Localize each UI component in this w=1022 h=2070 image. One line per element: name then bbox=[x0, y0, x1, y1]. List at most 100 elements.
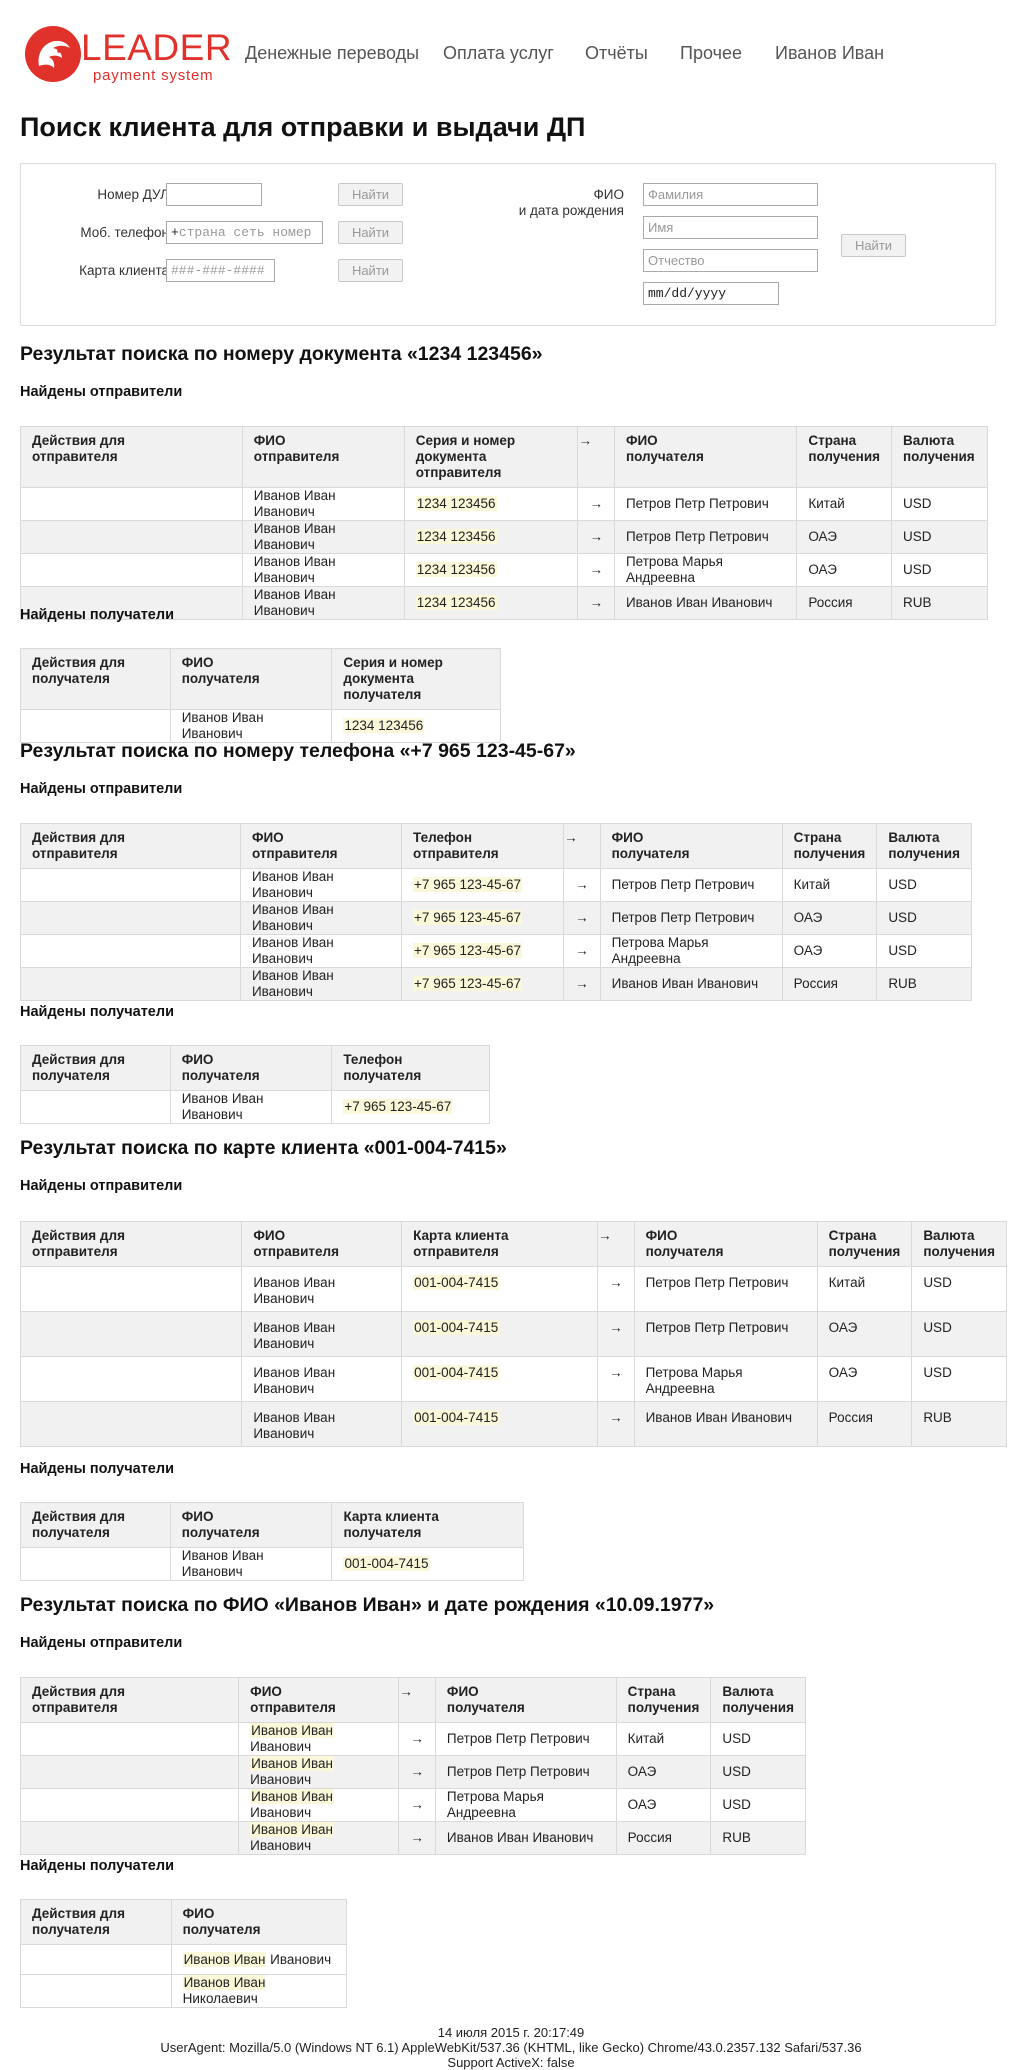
receiver-fio-cell[interactable]: Петров Петр Петрович bbox=[434, 1755, 617, 1789]
receiver-fio-cell[interactable]: Петров Петр Петрович bbox=[633, 1266, 818, 1312]
doc-number-input[interactable] bbox=[166, 183, 262, 206]
receiver-fio-cell[interactable]: Петров Петр Петрович bbox=[599, 901, 783, 935]
sender-fio-cell[interactable]: Иванов Иван Иванович bbox=[241, 586, 405, 620]
receiver-actions-cell[interactable] bbox=[20, 1944, 172, 1975]
col-receiver-fio: ФИО получателя bbox=[169, 648, 333, 710]
sender-fio-cell[interactable]: Иванов Иван Иванович bbox=[241, 1356, 403, 1402]
sender-actions-cell[interactable] bbox=[19, 1821, 240, 1855]
sender-actions-cell[interactable] bbox=[19, 1722, 240, 1756]
receiver-fio-cell[interactable]: Петрова Марья Андреевна bbox=[633, 1356, 818, 1402]
table-row[interactable]: Иванов Иван Иванович → Петрова Марья Анд… bbox=[19, 1788, 806, 1822]
sender-fio-cell[interactable]: Иванов Иван Иванович bbox=[238, 1755, 400, 1789]
sender-fio-cell[interactable]: Иванов Иван Иванович bbox=[239, 967, 403, 1001]
patronymic-input[interactable]: Отчество bbox=[643, 249, 818, 272]
sender-actions-cell[interactable] bbox=[20, 901, 241, 935]
receiver-fio-cell[interactable]: Петрова Марья Андреевна bbox=[599, 934, 783, 968]
card-input[interactable]: ###-###-#### bbox=[166, 259, 275, 282]
receiver-fio-cell[interactable]: Иванов Иван Иванович bbox=[169, 709, 333, 743]
table-row[interactable]: Иванов Иван Николаевич bbox=[20, 1974, 348, 2008]
table-row[interactable]: Иванов Иван Иванович +7 965 123-45-67 → … bbox=[20, 868, 972, 902]
sender-fio-cell[interactable]: Иванов Иван Иванович bbox=[241, 487, 405, 521]
table-row[interactable]: Иванов Иван Иванович → Петров Петр Петро… bbox=[19, 1722, 806, 1756]
table-row[interactable]: Иванов Иван Иванович → Петров Петр Петро… bbox=[19, 1755, 806, 1789]
nav-user-menu[interactable]: Иванов Иван bbox=[775, 43, 884, 64]
receiver-fio-cell[interactable]: Иванов Иван Николаевич bbox=[170, 1974, 348, 2008]
sender-fio-cell[interactable]: Иванов Иван Иванович bbox=[239, 868, 403, 902]
sender-fio-cell[interactable]: Иванов Иван Иванович bbox=[238, 1821, 400, 1855]
receiver-actions-cell[interactable] bbox=[20, 1974, 172, 2008]
receiver-fio-cell[interactable]: Иванов Иван Иванович bbox=[169, 1547, 333, 1581]
table-row[interactable]: Иванов Иван Иванович 1234 123456 bbox=[20, 709, 501, 743]
receiver-fio-cell[interactable]: Иванов Иван Иванович bbox=[434, 1821, 617, 1855]
fio-match: Иванов Иван bbox=[182, 1951, 267, 1967]
sender-fio-cell[interactable]: Иванов Иван Иванович bbox=[239, 901, 403, 935]
receiver-fio-cell[interactable]: Иванов Иван Иванович bbox=[613, 586, 798, 620]
sender-fio-cell[interactable]: Иванов Иван Иванович bbox=[241, 1401, 403, 1447]
sender-fio-cell[interactable]: Иванов Иван Иванович bbox=[238, 1788, 400, 1822]
find-by-fio-button[interactable]: Найти bbox=[841, 234, 906, 257]
sender-actions-cell[interactable] bbox=[20, 520, 243, 554]
arrow-cell: → bbox=[398, 1821, 436, 1855]
table-row[interactable]: Иванов Иван Иванович 001-004-7415 → Петро… bbox=[19, 1356, 1007, 1402]
sender-fio-cell[interactable]: Иванов Иван Иванович bbox=[241, 1266, 403, 1312]
receiver-fio-cell[interactable]: Петров Петр Петрович bbox=[633, 1311, 818, 1357]
receiver-fio-cell[interactable]: Петров Петр Петрович bbox=[613, 487, 798, 521]
receiver-actions-cell[interactable] bbox=[20, 1090, 171, 1124]
receiver-fio-cell[interactable]: Иванов Иван Иванович bbox=[169, 1090, 333, 1124]
receiver-fio-cell[interactable]: Петрова Марья Андреевна bbox=[613, 553, 798, 587]
sender-actions-cell[interactable] bbox=[20, 553, 243, 587]
sender-actions-cell[interactable] bbox=[19, 1401, 243, 1447]
sender-fio-cell[interactable]: Иванов Иван Иванович bbox=[241, 520, 405, 554]
table-row[interactable]: Иванов Иван Иванович 1234 123456 → Петро… bbox=[20, 487, 988, 521]
sender-actions-cell[interactable] bbox=[20, 868, 241, 902]
sender-actions-cell[interactable] bbox=[20, 487, 243, 521]
receiver-fio-cell[interactable]: Петров Петр Петрович bbox=[434, 1722, 617, 1756]
table-row[interactable]: Иванов Иван Иванович 001-004-7415 bbox=[20, 1547, 524, 1581]
sender-actions-cell[interactable] bbox=[19, 1755, 240, 1789]
receiver-fio-cell[interactable]: Петрова Марья Андреевна bbox=[434, 1788, 617, 1822]
find-by-phone-button[interactable]: Найти bbox=[338, 221, 403, 244]
sender-actions-cell[interactable] bbox=[20, 967, 241, 1001]
sender-actions-cell[interactable] bbox=[20, 934, 241, 968]
name-input[interactable]: Имя bbox=[643, 216, 818, 239]
table-row[interactable]: Иванов Иван Иванович +7 965 123-45-67 → … bbox=[20, 967, 972, 1001]
sender-phone-cell: +7 965 123-45-67 bbox=[401, 934, 565, 968]
table-row[interactable]: Иванов Иван Иванович +7 965 123-45-67 → … bbox=[20, 901, 972, 935]
logo[interactable]: LEADER payment system bbox=[25, 26, 232, 84]
sender-actions-cell[interactable] bbox=[19, 1266, 243, 1312]
receiver-fio-cell[interactable]: Петров Петр Петрович bbox=[613, 520, 798, 554]
table-row[interactable]: Иванов Иван Иванович 001-004-7415 → Петро… bbox=[19, 1266, 1007, 1312]
doc-senders-table: Действия для отправителя ФИО отправителя С… bbox=[20, 426, 988, 620]
receiver-fio-cell[interactable]: Петров Петр Петрович bbox=[599, 868, 783, 902]
table-row[interactable]: Иванов Иван Иванович 1234 123456 → Петро… bbox=[20, 553, 988, 587]
sender-actions-cell[interactable] bbox=[19, 1788, 240, 1822]
table-row[interactable]: Иванов Иван Иванович 001-004-7415 → Ивано… bbox=[19, 1401, 1007, 1447]
table-row[interactable]: Иванов Иван Иванович +7 965 123-45-67 → … bbox=[20, 934, 972, 968]
receiver-actions-cell[interactable] bbox=[20, 1547, 171, 1581]
receiver-actions-cell[interactable] bbox=[20, 709, 171, 743]
receiver-fio-cell[interactable]: Иванов Иван Иванович bbox=[599, 967, 783, 1001]
table-header-row: Действия для отправителя ФИО отправителя К… bbox=[19, 1221, 1007, 1267]
sender-actions-cell[interactable] bbox=[19, 1356, 243, 1402]
sender-actions-cell[interactable] bbox=[19, 1311, 243, 1357]
sender-fio-cell[interactable]: Иванов Иван Иванович bbox=[241, 553, 405, 587]
table-row[interactable]: Иванов Иван Иванович → Иванов Иван Ивано… bbox=[19, 1821, 806, 1855]
find-by-card-button[interactable]: Найти bbox=[338, 259, 403, 282]
birthdate-input[interactable]: mm/dd/yyyy bbox=[643, 282, 779, 305]
table-row[interactable]: Иванов Иван Иванович 001-004-7415 → Петро… bbox=[19, 1311, 1007, 1357]
receiver-fio-cell[interactable]: Иванов Иван Иванович bbox=[633, 1401, 818, 1447]
table-row[interactable]: Иванов Иван Иванович +7 965 123-45-67 bbox=[20, 1090, 490, 1124]
nav-money-transfers[interactable]: Денежные переводы bbox=[245, 43, 419, 64]
sender-fio-cell[interactable]: Иванов Иван Иванович bbox=[241, 1311, 403, 1357]
sender-fio-cell[interactable]: Иванов Иван Иванович bbox=[238, 1722, 400, 1756]
receiver-fio-cell[interactable]: Иванов Иван Иванович bbox=[170, 1944, 348, 1975]
sender-fio-cell[interactable]: Иванов Иван Иванович bbox=[239, 934, 403, 968]
phone-input[interactable]: +страна сеть номер bbox=[166, 221, 323, 244]
nav-reports[interactable]: Отчёты bbox=[585, 43, 648, 64]
find-by-doc-button[interactable]: Найти bbox=[338, 183, 403, 206]
nav-other[interactable]: Прочее bbox=[680, 43, 742, 64]
table-row[interactable]: Иванов Иван Иванович 1234 123456 → Петро… bbox=[20, 520, 988, 554]
table-row[interactable]: Иванов Иван Иванович bbox=[20, 1944, 348, 1975]
nav-services-payment[interactable]: Оплата услуг bbox=[443, 43, 554, 64]
surname-input[interactable]: Фамилия bbox=[643, 183, 818, 206]
